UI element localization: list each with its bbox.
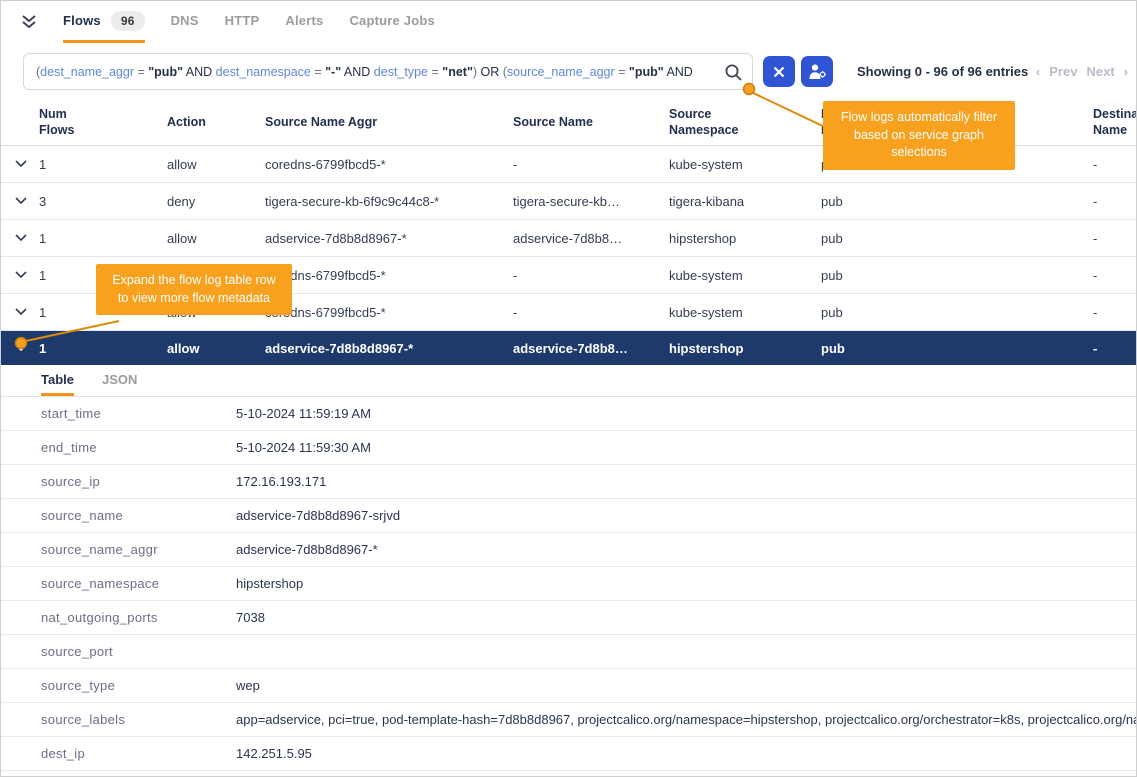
user-gear-icon [808,63,827,80]
detail-row: source_typewep [1,669,1136,703]
detail-key: source_labels [41,712,236,727]
flows-count-badge: 96 [111,11,145,31]
log-type-tabbar: Flows 96 DNS HTTP Alerts Capture Jobs [1,1,1136,43]
pagination: ‹ Prev Next › [1036,64,1128,79]
expand-chevron-icon[interactable] [15,344,39,352]
detail-key: source_ip [41,474,236,489]
tab-flows-label: Flows [63,13,101,28]
detail-key: source_name_aggr [41,542,236,557]
detail-key: start_time [41,406,236,421]
detail-tab-table[interactable]: Table [41,372,74,396]
col-source-namespace[interactable]: Source Namespace [669,107,821,138]
tab-capture-jobs[interactable]: Capture Jobs [349,1,434,43]
detail-row: source_nameadservice-7d8b8d8967-srjvd [1,499,1136,533]
query-settings-button[interactable] [801,56,833,87]
detail-key: source_name [41,508,236,523]
detail-row: end_time5-10-2024 11:59:30 AM [1,431,1136,465]
expand-chevron-icon[interactable] [15,271,39,279]
expand-chevron-icon[interactable] [15,160,39,168]
detail-row: nat_outgoing_ports7038 [1,601,1136,635]
detail-value: adservice-7d8b8d8967-* [236,542,1136,557]
filter-bar: (dest_name_aggr = "pub" AND dest_namespa… [1,43,1136,101]
detail-value: 142.251.5.95 [236,746,1136,761]
detail-key: source_type [41,678,236,693]
flow-logs-panel: Flows 96 DNS HTTP Alerts Capture Jobs (d… [0,0,1137,777]
detail-value: wep [236,678,1136,693]
col-source-name-aggr[interactable]: Source Name Aggr [265,115,513,131]
prev-page-button[interactable]: Prev [1049,64,1077,79]
detail-key: source_port [41,644,236,659]
detail-key: nat_outgoing_ports [41,610,236,625]
col-source-name[interactable]: Source Name [513,115,669,131]
detail-row: source_name_aggradservice-7d8b8d8967-* [1,533,1136,567]
detail-value: 5-10-2024 11:59:19 AM [236,406,1136,421]
detail-key: end_time [41,440,236,455]
query-text: (dest_name_aggr = "pub" AND dest_namespa… [36,65,693,79]
detail-row: source_port [1,635,1136,669]
callout-expand-tooltip: Expand the flow log table row to view mo… [96,264,292,315]
col-num-flows[interactable]: Num Flows [39,107,167,138]
next-chevron-icon[interactable]: › [1124,64,1128,79]
expand-chevron-icon[interactable] [15,234,39,242]
collapse-panel-button[interactable] [21,1,37,43]
query-input[interactable]: (dest_name_aggr = "pub" AND dest_namespa… [23,53,753,90]
tab-dns[interactable]: DNS [171,1,199,43]
detail-value: 7038 [236,610,1136,625]
detail-row: dest_ip142.251.5.95 [1,737,1136,771]
detail-tab-json[interactable]: JSON [102,372,137,396]
double-chevron-down-icon [21,15,37,29]
prev-chevron-icon[interactable]: ‹ [1036,64,1040,79]
flow-table: Num Flows Action Source Name Aggr Source… [1,101,1136,776]
expand-chevron-icon[interactable] [15,197,39,205]
detail-key: dest_ip [41,746,236,761]
detail-row: source_namespacehipstershop [1,567,1136,601]
tab-http[interactable]: HTTP [225,1,260,43]
detail-value: 5-10-2024 11:59:30 AM [236,440,1136,455]
expand-chevron-icon[interactable] [15,308,39,316]
search-icon[interactable] [724,63,743,87]
detail-value: adservice-7d8b8d8967-srjvd [236,508,1136,523]
detail-tabbar: Table JSON [1,365,1136,397]
detail-value: hipstershop [236,576,1136,591]
detail-row: start_time5-10-2024 11:59:19 AM [1,397,1136,431]
tab-alerts[interactable]: Alerts [285,1,323,43]
table-row[interactable]: 3 deny tigera-secure-kb-6f9c9c44c8-* tig… [1,183,1136,220]
detail-row: source_labelsapp=adservice, pci=true, po… [1,703,1136,737]
tab-flows[interactable]: Flows 96 [63,1,145,43]
col-action[interactable]: Action [167,115,265,131]
table-row[interactable]: 1 allow adservice-7d8b8d8967-* adservice… [1,220,1136,257]
next-page-button[interactable]: Next [1086,64,1114,79]
detail-key: source_namespace [41,576,236,591]
detail-value: 172.16.193.171 [236,474,1136,489]
close-icon [773,66,785,78]
clear-filter-button[interactable] [763,56,795,87]
col-dest-name[interactable]: Destination Name [1093,107,1136,138]
callout-filter-tooltip: Flow logs automatically filter based on … [823,101,1015,170]
detail-row: source_ip172.16.193.171 [1,465,1136,499]
showing-entries-text: Showing 0 - 96 of 96 entries [857,64,1028,79]
table-row-selected[interactable]: 1 allow adservice-7d8b8d8967-* adservice… [1,331,1136,365]
detail-value: app=adservice, pci=true, pod-template-ha… [236,712,1136,727]
